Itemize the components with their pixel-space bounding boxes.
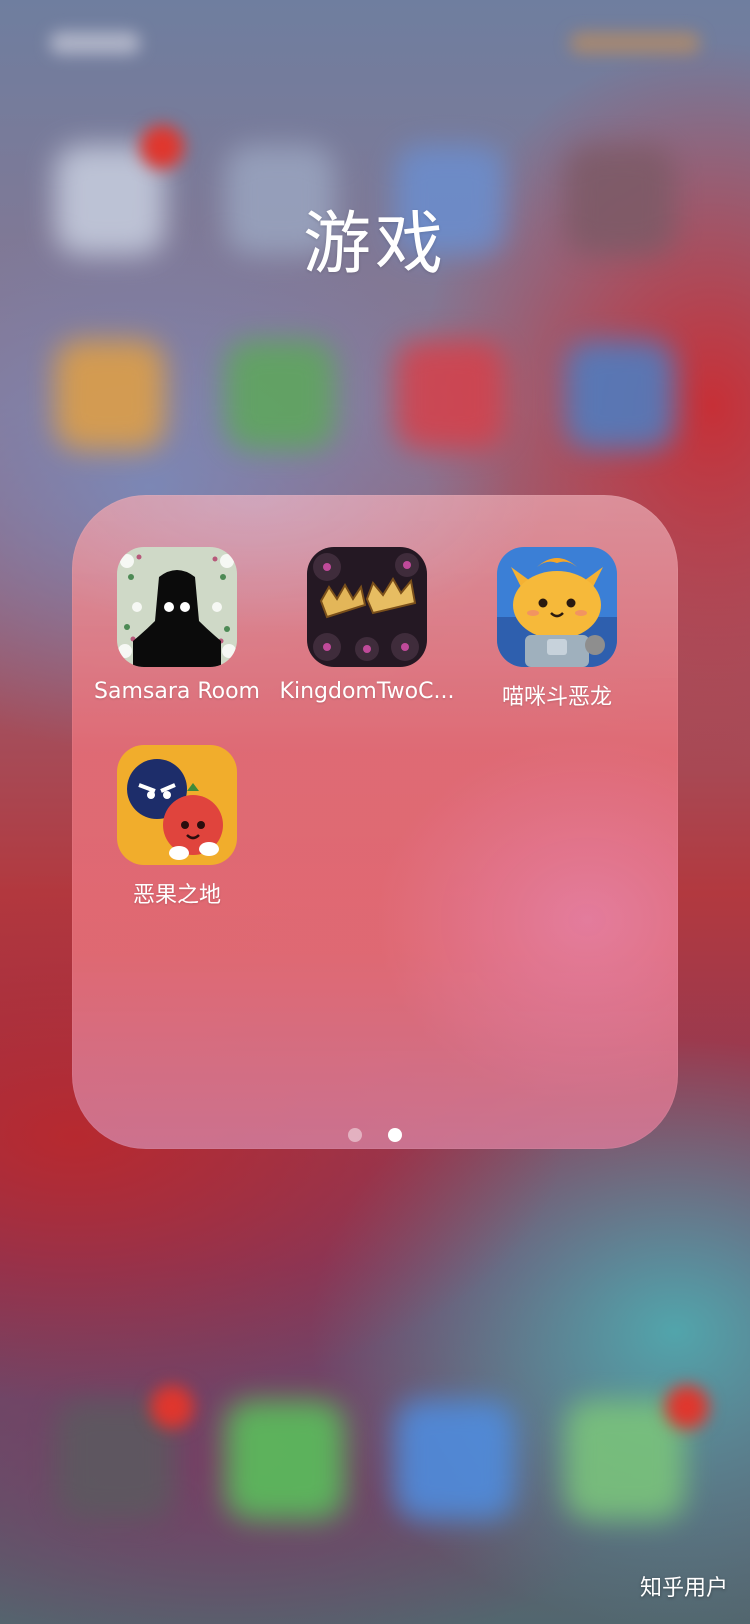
app-cat-dragon[interactable]: 喵咪斗恶龙 (462, 547, 652, 711)
blurred-dock-icon (395, 1400, 515, 1520)
blurred-status-indicators (570, 32, 700, 54)
page-indicator[interactable] (0, 1127, 750, 1146)
blurred-app-icon (55, 340, 165, 450)
app-bad-fruit-land[interactable]: 恶果之地 (82, 745, 272, 909)
folder-title[interactable]: 游戏 (0, 188, 750, 287)
blurred-app-icon (225, 340, 335, 450)
bad-fruit-icon (117, 745, 237, 865)
page-dot[interactable] (348, 1128, 363, 1142)
blurred-status-time (50, 32, 140, 54)
page-dot-current[interactable] (387, 1128, 402, 1142)
app-samsara-room[interactable]: Samsara Room (82, 547, 272, 704)
blurred-app-icon (395, 340, 505, 450)
folder-panel: Samsara Room KingdomTwoC... 喵咪斗恶龙 恶果之地 (72, 495, 678, 1149)
app-label: Samsara Room (94, 679, 260, 704)
blurred-badge (150, 1385, 194, 1429)
samsara-room-icon (117, 547, 237, 667)
kingdom-crowns-icon (307, 547, 427, 667)
watermark: 知乎用户 (639, 1576, 728, 1601)
cat-knight-icon (497, 547, 617, 667)
app-kingdom-two-crowns[interactable]: KingdomTwoC... (272, 547, 462, 704)
blurred-badge (665, 1385, 709, 1429)
app-label: 恶果之地 (132, 883, 221, 908)
app-label: KingdomTwoC... (279, 679, 455, 704)
blurred-dock-icon (225, 1400, 345, 1520)
blurred-badge (140, 125, 184, 169)
app-label: 喵咪斗恶龙 (501, 685, 612, 710)
blurred-app-icon (565, 340, 675, 450)
